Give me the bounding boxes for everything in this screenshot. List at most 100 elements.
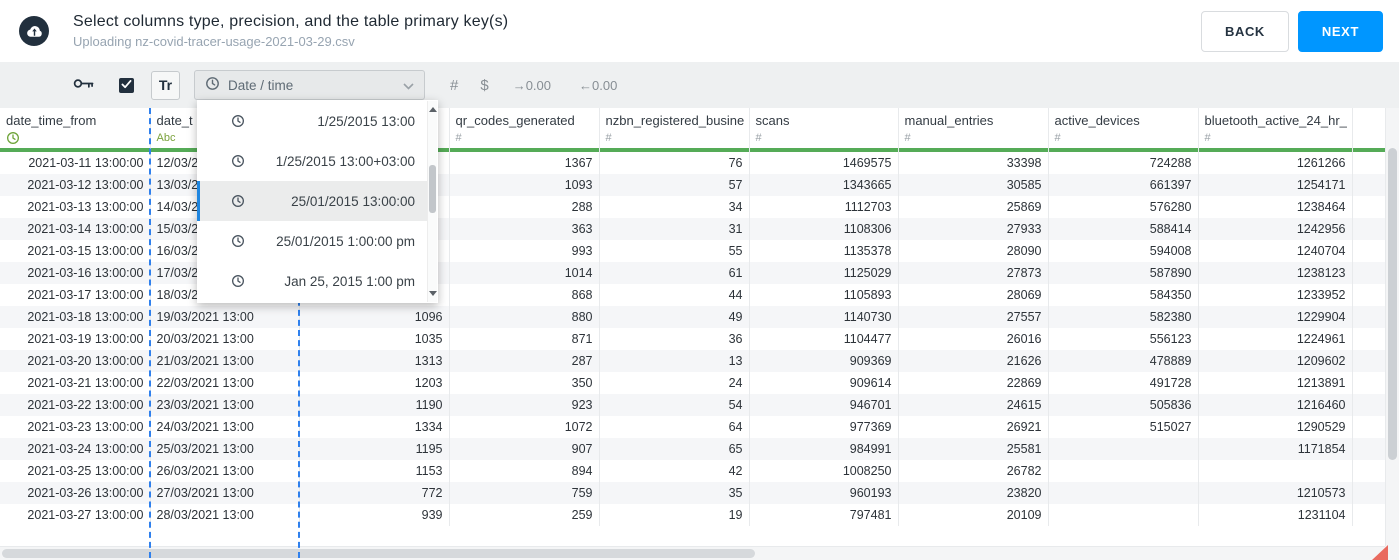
vertical-scroll-thumb[interactable] [1388, 148, 1397, 460]
column-header[interactable]: qr_codes_generated # [449, 108, 600, 152]
decrease-decimal-button[interactable]: ←0.00 [579, 78, 617, 93]
table-cell: 36 [599, 328, 750, 350]
table-cell: 977369 [749, 416, 899, 438]
table-row: 2021-03-19 13:00:00 20/03/2021 13:00 1035 8… [0, 328, 1399, 350]
table-cell: 584350 [1048, 284, 1199, 306]
table-row: 2021-03-20 13:00:00 21/03/2021 13:00 1313 2… [0, 350, 1399, 372]
include-column-checkbox[interactable] [119, 76, 134, 94]
key-icon [73, 77, 94, 93]
table-cell: 28069 [898, 284, 1049, 306]
table-cell: 1190 [299, 394, 450, 416]
table-cell: 30585 [898, 174, 1049, 196]
column-type-indicator: # [605, 131, 612, 144]
text-type-button[interactable]: Tr [151, 70, 180, 100]
table-cell: 1242956 [1198, 218, 1353, 240]
column-header[interactable]: manual_entries # [898, 108, 1049, 152]
menu-scroll-thumb[interactable] [429, 165, 436, 213]
horizontal-scrollbar[interactable] [0, 546, 1385, 560]
quality-bar [0, 148, 149, 152]
table-cell: 1210573 [1198, 482, 1353, 504]
format-option-label: 1/25/2015 13:00+03:00 [275, 153, 415, 169]
table-cell: 1125029 [749, 262, 899, 284]
currency-type-button[interactable]: $ [480, 77, 488, 94]
table-cell: 288 [449, 196, 600, 218]
table-cell: 21626 [898, 350, 1049, 372]
scroll-down-icon[interactable] [429, 291, 437, 296]
increase-decimal-button[interactable]: →0.00 [513, 78, 551, 93]
table-cell: 1233952 [1198, 284, 1353, 306]
clock-icon [232, 195, 244, 207]
table-cell: 23820 [898, 482, 1049, 504]
column-header[interactable]: bluetooth_active_24_hr_ # [1198, 108, 1353, 152]
table-cell: 2021-03-12 13:00:00 [0, 174, 151, 196]
table-row: 2021-03-24 13:00:00 25/03/2021 13:00 1195 9… [0, 438, 1399, 460]
table-cell: 871 [449, 328, 600, 350]
header-actions: BACK NEXT [1200, 10, 1383, 52]
table-cell: 55 [599, 240, 750, 262]
clock-icon [232, 275, 244, 287]
number-type-button[interactable]: # [450, 77, 458, 94]
table-cell: 1014 [449, 262, 600, 284]
table-cell: 34 [599, 196, 750, 218]
format-option[interactable]: Jan 25, 2015 1:00 pm [197, 261, 427, 301]
next-button[interactable]: NEXT [1297, 10, 1383, 52]
table-cell: 894 [449, 460, 600, 482]
horizontal-scroll-thumb[interactable] [2, 549, 755, 558]
table-cell [1048, 460, 1199, 482]
table-cell: 65 [599, 438, 750, 460]
format-option[interactable]: 1/25/2015 13:00+03:00 [197, 141, 427, 181]
scroll-up-icon[interactable] [429, 107, 437, 112]
column-name: manual_entries [904, 113, 994, 128]
table-cell: 1367 [449, 152, 600, 174]
vertical-scrollbar[interactable] [1385, 108, 1399, 546]
column-header[interactable]: date_time_from [0, 108, 151, 152]
table-cell: 13 [599, 350, 750, 372]
format-option[interactable]: 25/01/2015 13:00:00 [197, 181, 427, 221]
quality-bar [749, 148, 897, 152]
table-cell: 24/03/2021 13:00 [150, 416, 300, 438]
table-cell: 22/03/2021 13:00 [150, 372, 300, 394]
format-option[interactable]: 1/25/2015 13:00 [197, 101, 427, 141]
format-option[interactable]: 25/01/2015 1:00:00 pm [197, 221, 427, 261]
menu-scrollbar[interactable] [427, 101, 437, 302]
table-cell: 1105893 [749, 284, 899, 306]
table-cell: 35 [599, 482, 750, 504]
column-header[interactable]: active_devices # [1048, 108, 1199, 152]
table-cell: 1216460 [1198, 394, 1353, 416]
column-header[interactable]: nzbn_registered_busine # [599, 108, 750, 152]
table-cell: 478889 [1048, 350, 1199, 372]
clock-icon [7, 131, 19, 144]
back-button[interactable]: BACK [1200, 10, 1289, 52]
table-cell: 19 [599, 504, 750, 526]
table-cell: 26921 [898, 416, 1049, 438]
table-cell: 515027 [1048, 416, 1199, 438]
table-cell: 27/03/2021 13:00 [150, 482, 300, 504]
table-cell: 759 [449, 482, 600, 504]
column-header[interactable]: scans # [749, 108, 899, 152]
column-type-indicator: # [755, 131, 762, 144]
type-select-dropdown[interactable]: Date / time [194, 70, 425, 100]
table-cell: 1112703 [749, 196, 899, 218]
table-cell [1198, 460, 1353, 482]
table-cell: 259 [449, 504, 600, 526]
table-cell: 909369 [749, 350, 899, 372]
table-cell: 24 [599, 372, 750, 394]
check-icon [121, 76, 132, 94]
page-subtitle: Uploading nz-covid-tracer-usage-2021-03-… [73, 34, 355, 49]
page-title: Select columns type, precision, and the … [73, 13, 509, 30]
table-cell: 1261266 [1198, 152, 1353, 174]
table-cell: 1108306 [749, 218, 899, 240]
format-option-label: 25/01/2015 1:00:00 pm [276, 233, 415, 249]
table-cell: 588414 [1048, 218, 1199, 240]
table-cell: 2021-03-16 13:00:00 [0, 262, 151, 284]
table-cell: 1195 [299, 438, 450, 460]
format-option-label: 1/25/2015 13:00 [317, 113, 415, 129]
table-cell: 25581 [898, 438, 1049, 460]
table-cell: 1313 [299, 350, 450, 372]
table-cell [1048, 438, 1199, 460]
table-cell: 505836 [1048, 394, 1199, 416]
table-cell: 44 [599, 284, 750, 306]
table-cell: 61 [599, 262, 750, 284]
primary-key-button[interactable] [73, 77, 94, 93]
table-cell: 26782 [898, 460, 1049, 482]
